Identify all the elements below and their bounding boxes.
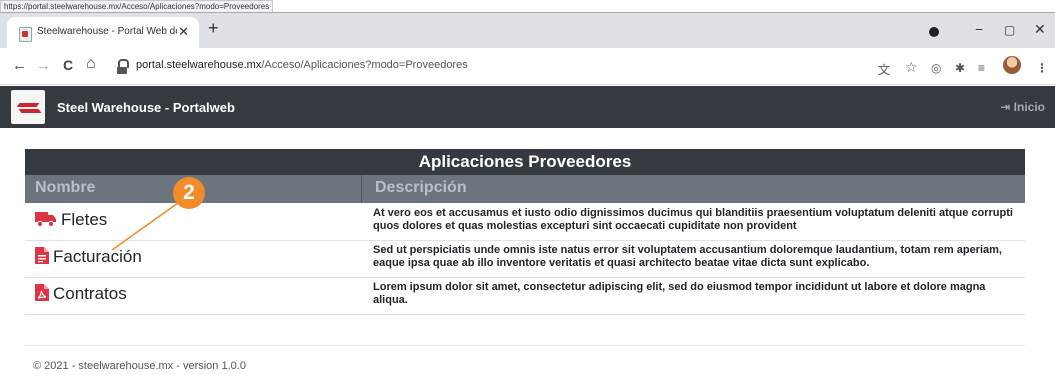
reload-button[interactable]: C	[63, 57, 73, 73]
steel-warehouse-logo[interactable]	[11, 90, 45, 124]
back-button[interactable]: ←	[12, 57, 27, 74]
table-row: Facturación Sed ut perspiciatis unde omn…	[25, 240, 1025, 278]
sign-in-icon: ⇥	[1000, 100, 1014, 114]
browser-tab[interactable]: Steelwarehouse - Portal Web de ✕	[7, 17, 199, 49]
profile-avatar[interactable]	[1003, 56, 1021, 74]
truck-icon	[35, 212, 56, 227]
table-row: Fletes At vero eos et accusamus et iusto…	[25, 203, 1025, 241]
maximize-button[interactable]: ▢	[1004, 23, 1015, 37]
footer-text: © 2021 - steelwarehouse.mx - version 1.0…	[33, 360, 246, 372]
lock-icon	[117, 59, 129, 74]
favicon-icon	[19, 27, 32, 42]
browser-menu-icon[interactable]: ⋮	[1036, 61, 1048, 75]
extension-dot-icon[interactable]	[929, 27, 939, 37]
description-contratos: Lorem ipsum dolor sit amet, consectetur …	[373, 281, 986, 306]
translate-icon[interactable]: 文	[878, 61, 890, 78]
extensions-puzzle-icon[interactable]: ✱	[955, 61, 965, 75]
site-navbar: Steel Warehouse - Portalweb ⇥ Inicio	[0, 86, 1055, 128]
close-window-button[interactable]: ✕	[1034, 21, 1046, 38]
reading-list-icon[interactable]: ≡	[978, 61, 985, 75]
app-link-facturacion[interactable]: Facturación	[35, 247, 142, 267]
table-row: Contratos Lorem ipsum dolor sit amet, co…	[25, 277, 1025, 315]
browser-toolbar: ← → C ⌂ portal.steelwarehouse.mx/Acceso/…	[0, 48, 1055, 85]
browser-tab-strip: Steelwarehouse - Portal Web de ✕ + − ▢ ✕	[0, 12, 1055, 49]
address-bar[interactable]: portal.steelwarehouse.mx/Acceso/Aplicaci…	[112, 54, 890, 78]
extension-circle-icon[interactable]: ◎	[931, 61, 941, 75]
close-tab-icon[interactable]: ✕	[178, 24, 189, 40]
column-header-nombre: Nombre	[35, 179, 96, 196]
minimize-button[interactable]: −	[975, 21, 983, 37]
new-tab-button[interactable]: +	[208, 18, 219, 39]
navbar-brand[interactable]: Steel Warehouse - Portalweb	[57, 100, 235, 115]
description-fletes: At vero eos et accusamus et iusto odio d…	[373, 207, 1013, 232]
forward-button[interactable]: →	[36, 57, 51, 74]
table-caption: Aplicaciones Proveedores	[25, 149, 1025, 175]
app-link-fletes[interactable]: Fletes	[35, 210, 107, 230]
invoice-icon	[35, 247, 49, 264]
description-facturacion: Sed ut perspiciatis unde omnis iste natu…	[373, 244, 1002, 269]
inicio-link[interactable]: ⇥ Inicio	[1000, 100, 1045, 114]
bookmark-star-icon[interactable]: ☆	[905, 59, 918, 76]
annotation-badge: 2	[173, 177, 205, 209]
app-link-contratos[interactable]: Contratos	[35, 284, 127, 304]
pdf-file-icon	[35, 284, 49, 301]
home-button[interactable]: ⌂	[86, 55, 96, 73]
column-header-descripcion: Descripción	[375, 179, 467, 196]
address-url: portal.steelwarehouse.mx/Acceso/Aplicaci…	[136, 59, 468, 71]
footer-divider	[25, 345, 1025, 346]
tab-title: Steelwarehouse - Portal Web de	[37, 26, 177, 37]
